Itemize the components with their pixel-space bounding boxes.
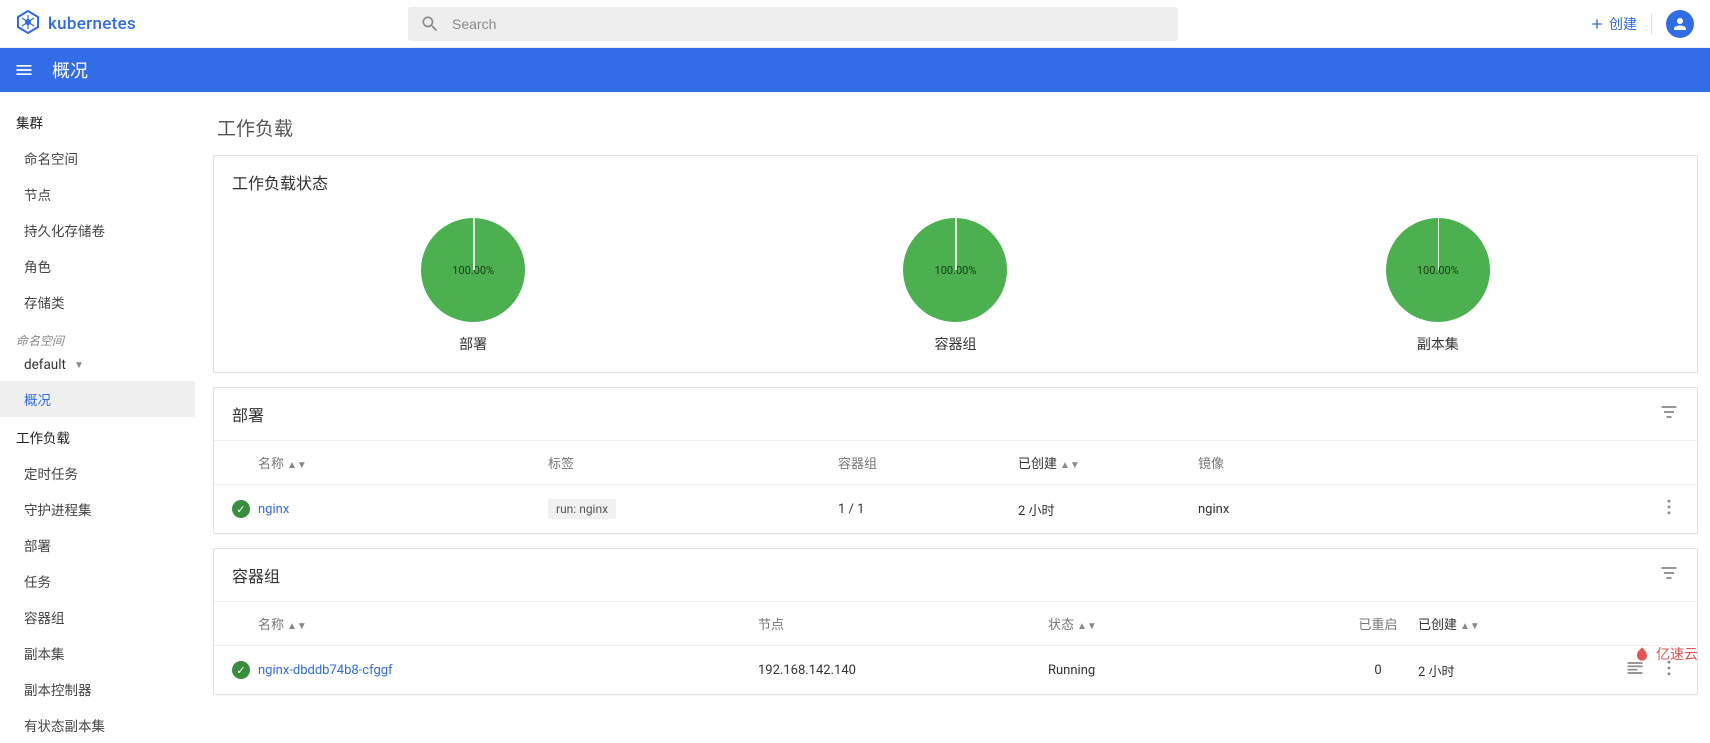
deployments-title: 部署 xyxy=(232,402,264,426)
col-created[interactable]: 已创建▲▼ xyxy=(1418,614,1629,633)
filter-icon[interactable] xyxy=(1659,563,1679,587)
user-menu[interactable] xyxy=(1666,10,1694,38)
create-label: 创建 xyxy=(1609,14,1637,34)
kubernetes-logo-icon xyxy=(16,10,40,38)
label-chip: run: nginx xyxy=(548,499,616,519)
main-content: 工作负载 工作负载状态 100.00% 部署 100.00% 容器组 1 xyxy=(195,92,1710,743)
pod-link[interactable]: nginx-dbddb74b8-cfggf xyxy=(258,663,393,678)
sidebar-section-cluster: 集群 xyxy=(0,102,195,140)
sidebar-item-replicasets[interactable]: 副本集 xyxy=(0,635,195,671)
col-pods[interactable]: 容器组 xyxy=(838,453,1018,472)
col-name[interactable]: 名称▲▼ xyxy=(258,453,548,472)
pod-row: ✓ nginx-dbddb74b8-cfggf 192.168.142.140 … xyxy=(214,645,1697,694)
sidebar-item-pods[interactable]: 容器组 xyxy=(0,599,195,635)
donut-percent: 100.00% xyxy=(1417,264,1459,277)
created-age: 2 小时 xyxy=(1018,500,1198,519)
status-ok-icon: ✓ xyxy=(232,661,250,679)
sidebar: 集群 命名空间 节点 持久化存储卷 角色 存储类 命名空间 default ▼ … xyxy=(0,92,195,743)
col-restart[interactable]: 已重启 xyxy=(1338,614,1418,633)
sidebar-item-pv[interactable]: 持久化存储卷 xyxy=(0,212,195,248)
top-bar: kubernetes 创建 xyxy=(0,0,1710,48)
status-card-title: 工作负载状态 xyxy=(232,170,328,194)
sidebar-ns-select[interactable]: default ▼ xyxy=(0,351,195,381)
plus-icon xyxy=(1589,16,1605,32)
sidebar-item-namespaces[interactable]: 命名空间 xyxy=(0,140,195,176)
col-state[interactable]: 状态▲▼ xyxy=(1048,614,1338,633)
donut-deployments: 100.00% 部署 xyxy=(421,218,525,354)
donut-caption: 容器组 xyxy=(934,334,976,354)
chevron-down-icon: ▼ xyxy=(74,360,84,371)
donut-percent: 100.00% xyxy=(935,264,977,277)
watermark: 亿速云 xyxy=(1632,644,1698,664)
pods-head: 名称▲▼ 节点 状态▲▼ 已重启 已创建▲▼ xyxy=(214,601,1697,645)
sidebar-item-roles[interactable]: 角色 xyxy=(0,248,195,284)
sidebar-item-daemonsets[interactable]: 守护进程集 xyxy=(0,491,195,527)
sidebar-item-nodes[interactable]: 节点 xyxy=(0,176,195,212)
pods-card: 容器组 名称▲▼ 节点 状态▲▼ 已重启 已创建▲▼ ✓ nginx-dbddb… xyxy=(213,548,1698,695)
image-name: nginx xyxy=(1198,502,1629,517)
sidebar-item-jobs[interactable]: 任务 xyxy=(0,563,195,599)
deployments-head: 名称▲▼ 标签 容器组 已创建▲▼ 镜像 xyxy=(214,440,1697,484)
col-node[interactable]: 节点 xyxy=(758,614,1048,633)
page-heading: 概况 xyxy=(52,57,88,83)
donut-caption: 副本集 xyxy=(1417,334,1459,354)
menu-icon[interactable] xyxy=(14,60,34,80)
sidebar-item-storageclass[interactable]: 存储类 xyxy=(0,284,195,320)
col-name[interactable]: 名称▲▼ xyxy=(258,614,758,633)
filter-icon[interactable] xyxy=(1659,402,1679,426)
pod-created: 2 小时 xyxy=(1418,661,1629,680)
pods-count: 1 / 1 xyxy=(838,502,1018,517)
col-label[interactable]: 标签 xyxy=(548,453,838,472)
sidebar-section-workloads: 工作负载 xyxy=(0,417,195,455)
deployments-card: 部署 名称▲▼ 标签 容器组 已创建▲▼ 镜像 ✓ nginx run: ngi… xyxy=(213,387,1698,534)
deployment-link[interactable]: nginx xyxy=(258,502,289,517)
col-created[interactable]: 已创建▲▼ xyxy=(1018,453,1198,472)
donut-replicasets: 100.00% 副本集 xyxy=(1386,218,1490,354)
sidebar-ns-value: default xyxy=(24,357,66,373)
brand-text: kubernetes xyxy=(48,14,136,34)
pod-restart: 0 xyxy=(1338,663,1418,678)
search-input[interactable] xyxy=(452,16,1166,32)
sidebar-item-cronjobs[interactable]: 定时任务 xyxy=(0,455,195,491)
pod-state: Running xyxy=(1048,663,1338,678)
page-title: 工作负载 xyxy=(217,114,1698,141)
workload-status-card: 工作负载状态 100.00% 部署 100.00% 容器组 100.00% 副本… xyxy=(213,155,1698,373)
pods-title: 容器组 xyxy=(232,563,280,587)
sidebar-item-statefulsets[interactable]: 有状态副本集 xyxy=(0,707,195,743)
search-icon xyxy=(420,14,440,34)
pod-node: 192.168.142.140 xyxy=(758,663,1048,678)
more-icon[interactable] xyxy=(1659,497,1679,521)
top-right: 创建 xyxy=(1589,10,1694,38)
col-image[interactable]: 镜像 xyxy=(1198,453,1629,472)
donut-caption: 部署 xyxy=(459,334,487,354)
sidebar-item-replicationcontrollers[interactable]: 副本控制器 xyxy=(0,671,195,707)
sidebar-ns-label: 命名空间 xyxy=(0,320,195,351)
brand[interactable]: kubernetes xyxy=(16,10,136,38)
subheader: 概况 xyxy=(0,48,1710,92)
divider xyxy=(1651,14,1652,34)
donut-percent: 100.00% xyxy=(452,264,494,277)
search-box[interactable] xyxy=(408,7,1178,41)
donut-pods: 100.00% 容器组 xyxy=(903,218,1007,354)
deployment-row: ✓ nginx run: nginx 1 / 1 2 小时 nginx xyxy=(214,484,1697,533)
sidebar-item-deployments[interactable]: 部署 xyxy=(0,527,195,563)
create-button[interactable]: 创建 xyxy=(1589,14,1637,34)
person-icon xyxy=(1671,15,1689,33)
sidebar-item-overview[interactable]: 概况 xyxy=(0,381,195,417)
status-ok-icon: ✓ xyxy=(232,500,250,518)
